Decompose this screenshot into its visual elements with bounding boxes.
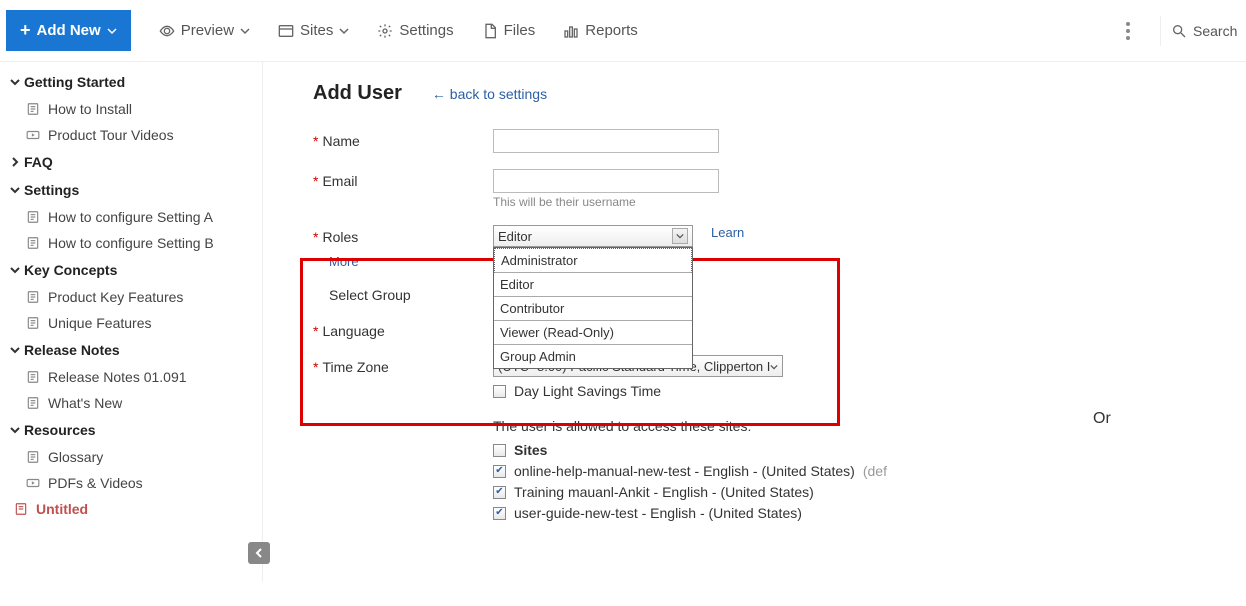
chevron-down-icon xyxy=(107,26,117,36)
site-label: user-guide-new-test - English - (United … xyxy=(514,505,802,521)
chart-icon xyxy=(563,23,579,39)
sidebar-item[interactable]: Product Key Features xyxy=(6,284,262,310)
dst-checkbox[interactable] xyxy=(493,385,506,398)
sidebar-item[interactable]: Release Notes 01.091 xyxy=(6,364,262,390)
gear-icon xyxy=(377,23,393,39)
chevron-down-icon xyxy=(770,363,778,371)
page-title: Add User xyxy=(313,82,402,105)
role-option[interactable]: Contributor xyxy=(494,297,692,321)
sidebar-group[interactable]: Getting Started xyxy=(6,68,262,96)
learn-link[interactable]: Learn xyxy=(711,225,744,240)
role-option[interactable]: Editor xyxy=(494,273,692,297)
roles-select[interactable]: Editor xyxy=(493,225,693,247)
email-label: Email xyxy=(322,173,357,189)
dst-label: Day Light Savings Time xyxy=(514,383,661,399)
window-icon xyxy=(278,23,294,39)
file-icon xyxy=(482,23,498,39)
files-menu[interactable]: Files xyxy=(482,22,536,39)
more-menu-icon[interactable] xyxy=(1126,22,1130,40)
chevron-down-icon xyxy=(240,26,250,36)
back-to-settings-link[interactable]: ← back to settings xyxy=(432,86,547,102)
sidebar-item-untitled[interactable]: Untitled xyxy=(6,496,262,522)
main-content: Add User ← back to settings *Name *Email… xyxy=(262,62,1246,582)
chevron-down-icon xyxy=(676,232,684,240)
sidebar-item[interactable]: PDFs & Videos xyxy=(6,470,262,496)
access-sites-text: The user is allowed to access these site… xyxy=(493,418,1246,434)
add-new-button[interactable]: + Add New xyxy=(6,10,131,51)
sidebar-item[interactable]: How to configure Setting A xyxy=(6,204,262,230)
site-label: online-help-manual-new-test - English - … xyxy=(514,463,855,479)
sidebar-item[interactable]: How to configure Setting B xyxy=(6,230,262,256)
sidebar-item[interactable]: Product Tour Videos xyxy=(6,122,262,148)
sites-menu[interactable]: Sites xyxy=(278,22,349,39)
chevron-left-icon xyxy=(254,548,264,558)
site-checkbox[interactable]: ✔ xyxy=(493,465,506,478)
or-text: Or xyxy=(1093,410,1111,428)
role-option[interactable]: Group Admin xyxy=(494,345,692,368)
roles-dropdown: AdministratorEditorContributorViewer (Re… xyxy=(493,247,693,369)
name-label: Name xyxy=(322,133,359,149)
roles-label: Roles xyxy=(322,229,358,245)
email-hint: This will be their username xyxy=(493,195,719,209)
reports-menu[interactable]: Reports xyxy=(563,22,638,39)
sidebar-item[interactable]: Glossary xyxy=(6,444,262,470)
site-label: Training mauanl-Ankit - English - (Unite… xyxy=(514,484,814,500)
sidebar-item[interactable]: What's New xyxy=(6,390,262,416)
sidebar-group[interactable]: Resources xyxy=(6,416,262,444)
eye-icon xyxy=(159,23,175,39)
sidebar-group[interactable]: Settings xyxy=(6,176,262,204)
sites-label: Sites xyxy=(514,442,547,458)
language-label: Language xyxy=(322,323,384,339)
role-option[interactable]: Viewer (Read-Only) xyxy=(494,321,692,345)
preview-menu[interactable]: Preview xyxy=(159,22,250,39)
search-icon xyxy=(1171,23,1187,39)
chevron-down-icon xyxy=(339,26,349,36)
sidebar-item[interactable]: Unique Features xyxy=(6,310,262,336)
sidebar-group[interactable]: Key Concepts xyxy=(6,256,262,284)
select-group-label: Select Group xyxy=(329,287,411,303)
sidebar-item[interactable]: How to Install xyxy=(6,96,262,122)
email-input[interactable] xyxy=(493,169,719,193)
role-option[interactable]: Administrator xyxy=(494,248,692,273)
sidebar[interactable]: Getting StartedHow to InstallProduct Tou… xyxy=(0,62,262,582)
more-link[interactable]: More xyxy=(329,254,359,269)
sidebar-group[interactable]: Release Notes xyxy=(6,336,262,364)
top-toolbar: + Add New Preview Sites Settings Files R… xyxy=(0,0,1246,62)
timezone-label: Time Zone xyxy=(322,359,388,375)
site-checkbox[interactable]: ✔ xyxy=(493,486,506,499)
settings-menu[interactable]: Settings xyxy=(377,22,453,39)
sidebar-group[interactable]: FAQ xyxy=(6,148,262,176)
sidebar-collapse-handle[interactable] xyxy=(248,542,270,564)
name-input[interactable] xyxy=(493,129,719,153)
search-box[interactable]: Search xyxy=(1160,16,1246,46)
site-checkbox[interactable]: ✔ xyxy=(493,507,506,520)
sites-all-checkbox[interactable] xyxy=(493,444,506,457)
